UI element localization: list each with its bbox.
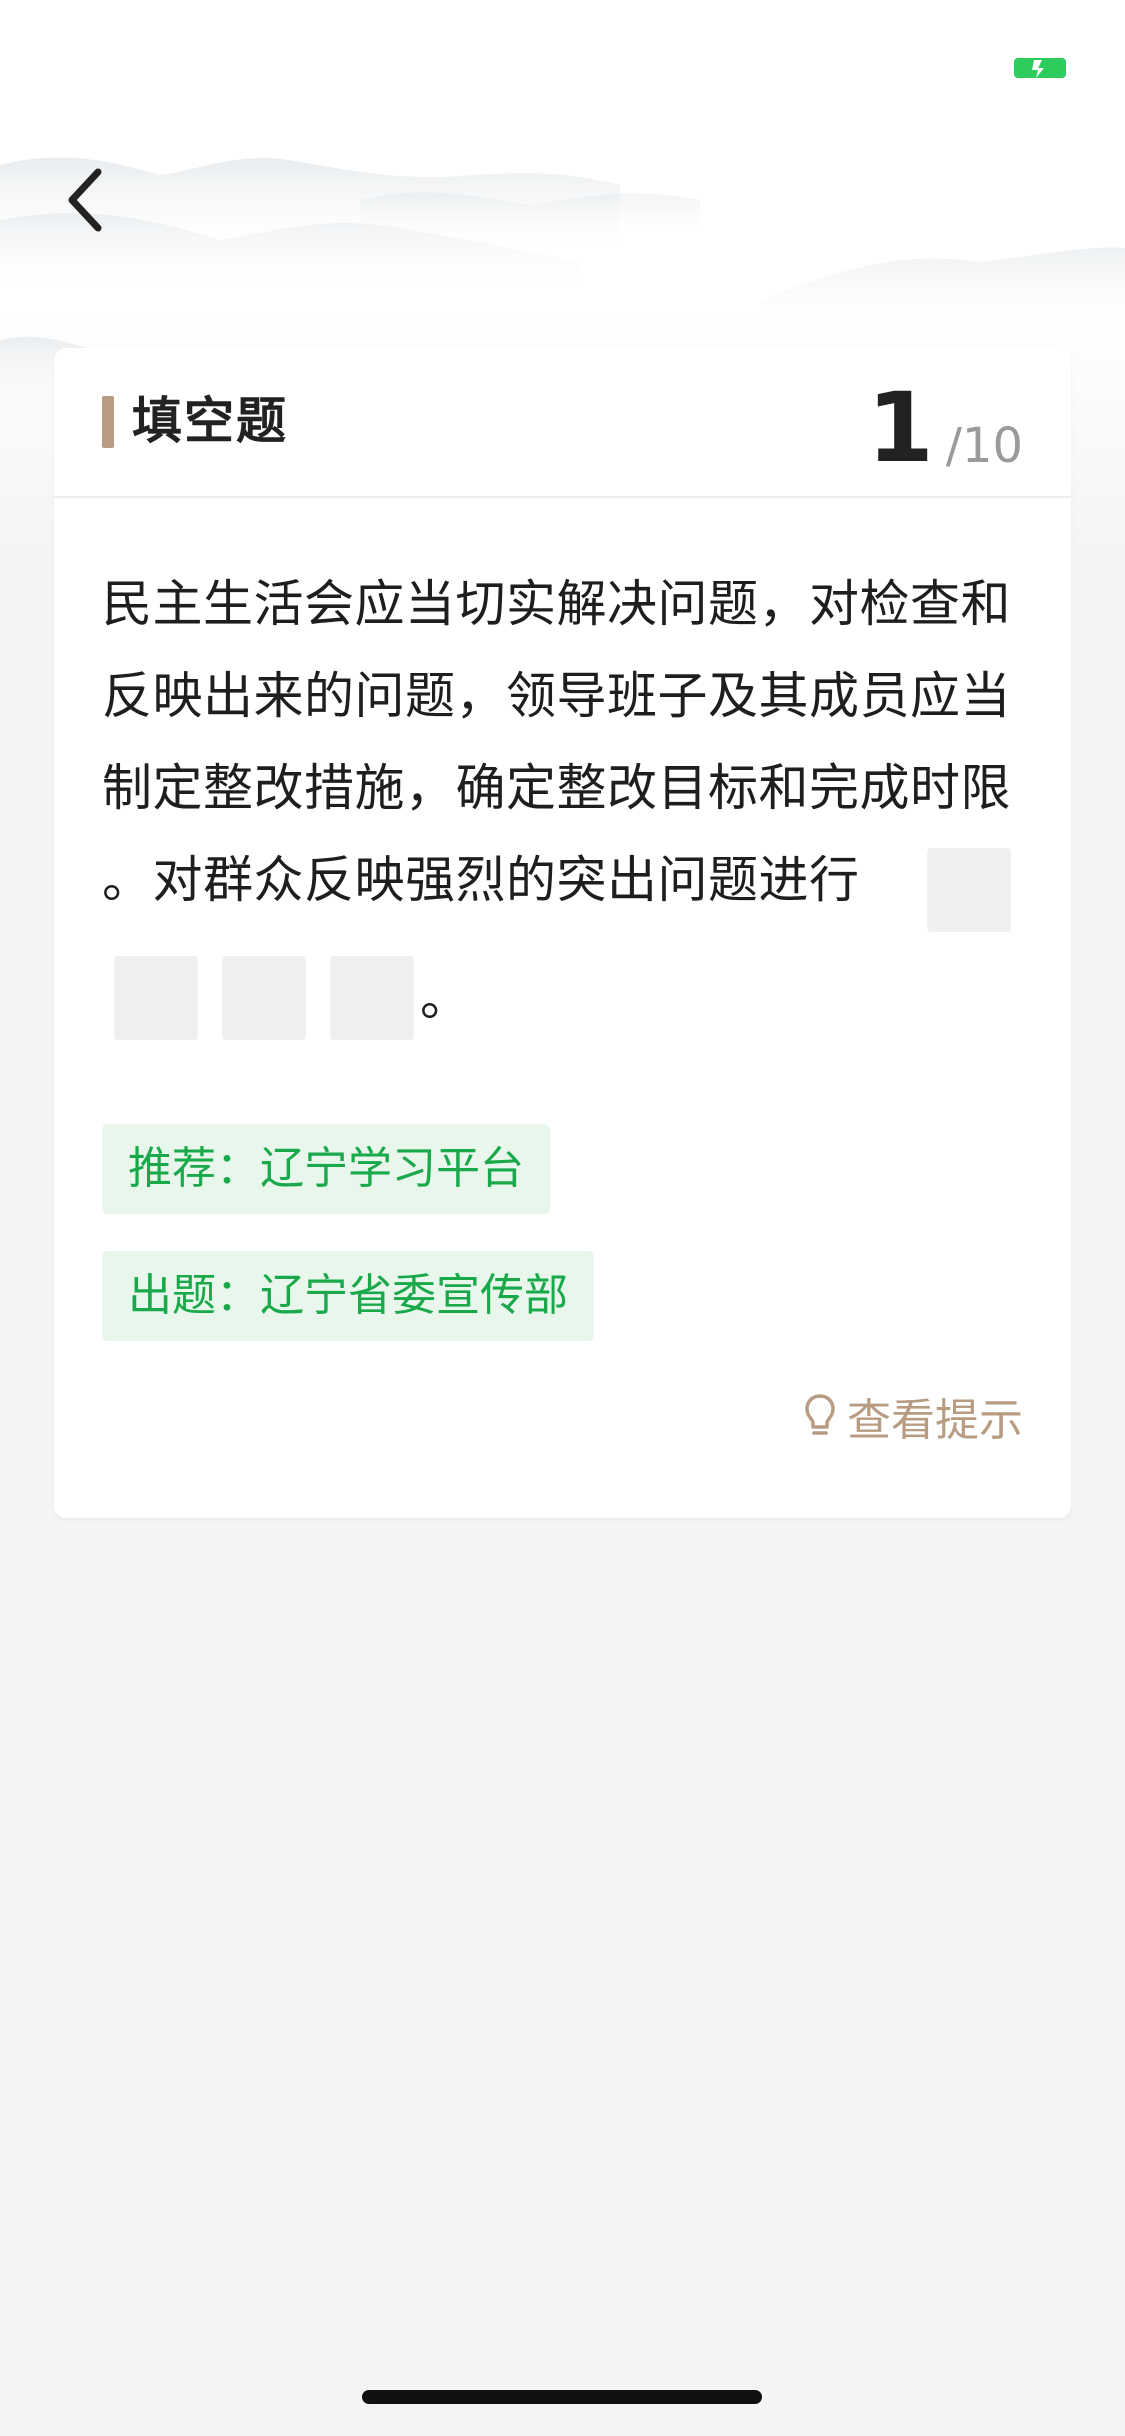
progress-total: /10	[945, 418, 1023, 474]
lightbulb-icon	[805, 1394, 835, 1435]
question-tail: 。	[420, 969, 470, 1027]
question-card: 填空题 1 /10 民主生活会应当切实解决问题，对检查和 反映出来的问题，领导班…	[54, 348, 1071, 1518]
answer-blank-3[interactable]	[222, 956, 306, 1040]
answer-blank-4[interactable]	[330, 956, 414, 1040]
question-line: 。对群众反映强烈的突出问题进行	[102, 851, 860, 909]
question-line: 制定整改措施，确定整改目标和完成时限	[102, 759, 1011, 817]
view-hint-label: 查看提示	[847, 1395, 1023, 1446]
progress-current: 1	[866, 372, 934, 484]
answer-blank-2[interactable]	[114, 956, 198, 1040]
recommend-tag: 推荐：辽宁学习平台	[102, 1124, 550, 1214]
back-button[interactable]	[58, 160, 118, 240]
source-tag: 出题：辽宁省委宣传部	[102, 1251, 594, 1341]
question-line: 反映出来的问题，领导班子及其成员应当	[102, 667, 1011, 725]
screen: 填空题 1 /10 民主生活会应当切实解决问题，对检查和 反映出来的问题，领导班…	[0, 0, 1125, 2436]
question-line: 民主生活会应当切实解决问题，对检查和	[102, 575, 1011, 633]
question-text: 民主生活会应当切实解决问题，对检查和 反映出来的问题，领导班子及其成员应当 制定…	[102, 558, 1027, 926]
question-progress: 1 /10	[867, 366, 1023, 476]
question-type-title: 填空题	[132, 392, 288, 450]
card-header: 填空题 1 /10	[54, 348, 1071, 498]
view-hint-button[interactable]: 查看提示	[803, 1386, 1023, 1446]
chevron-left-icon	[68, 168, 102, 232]
header-accent-bar	[102, 396, 114, 448]
battery-charging-icon	[1014, 58, 1066, 78]
home-indicator[interactable]	[362, 2390, 762, 2404]
answer-blank-1[interactable]	[927, 848, 1011, 932]
